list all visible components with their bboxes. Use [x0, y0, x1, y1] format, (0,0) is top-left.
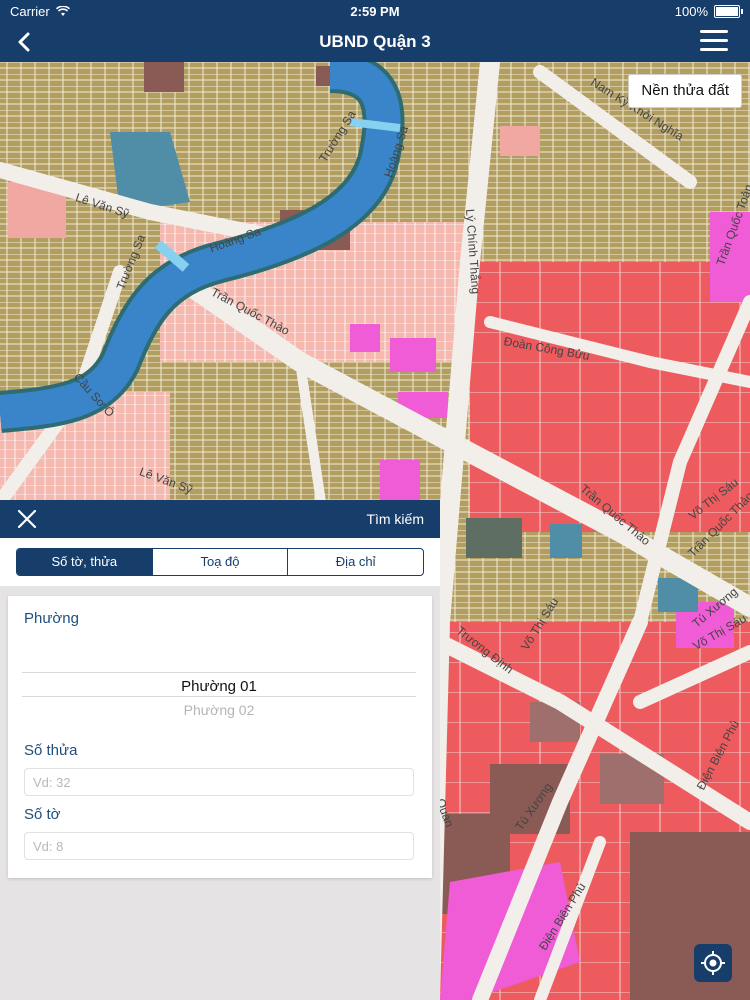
map-parcel-dark — [466, 518, 522, 558]
carrier-label: Carrier — [10, 3, 50, 19]
map-parcel-brown — [144, 62, 184, 92]
hamburger-menu-icon — [700, 30, 728, 33]
map-parcel-magenta — [390, 338, 436, 372]
sheet-number-input[interactable] — [24, 832, 414, 860]
status-left: Carrier — [10, 4, 70, 19]
page-title: UBND Quận 3 — [319, 32, 431, 51]
picker-divider — [22, 696, 416, 697]
map-parcel-magenta — [350, 324, 380, 352]
ward-picker-selected[interactable]: Phường 01 — [22, 678, 416, 695]
search-panel-header: Tìm kiếm — [0, 500, 440, 538]
tab-sheet-parcel[interactable]: Số tờ, thửa — [17, 549, 153, 575]
battery-icon — [714, 4, 743, 18]
layer-toggle-button[interactable]: Nền thửa đất — [628, 74, 742, 108]
map-parcel — [500, 126, 540, 156]
status-right: 100% — [674, 3, 743, 19]
locate-icon — [701, 951, 725, 975]
wifi-icon — [55, 5, 70, 16]
search-form: Phường Phường 01 Phường 02 Số thửa Số tờ — [8, 596, 432, 878]
ward-label: Phường — [24, 610, 79, 627]
search-mode-segmented-control: Số tờ, thửa Toạ độ Địa chỉ — [16, 548, 424, 576]
battery-percent: 100% — [674, 3, 708, 19]
picker-divider — [22, 672, 416, 673]
tab-address[interactable]: Địa chỉ — [288, 549, 423, 575]
status-time: 2:59 PM — [350, 3, 400, 19]
close-icon — [17, 509, 37, 529]
locate-button[interactable] — [694, 944, 732, 982]
status-bar: Carrier 2:59 PM 100% — [0, 0, 750, 22]
battery-level — [716, 6, 738, 16]
search-mode-bar: Số tờ, thửa Toạ độ Địa chỉ — [0, 538, 440, 586]
hamburger-line — [700, 48, 728, 51]
ward-picker-next-option[interactable]: Phường 02 — [22, 702, 416, 718]
nav-bar: UBND Quận 3 — [0, 22, 750, 62]
app-screen: Carrier 2:59 PM 100% UBND Quận 3 Lê Văn … — [0, 0, 750, 1000]
map-parcel-magenta — [380, 460, 420, 500]
search-panel: Tìm kiếm Số tờ, thửa Toạ độ Địa chỉ Phườ… — [0, 500, 440, 1000]
tab-coordinates[interactable]: Toạ độ — [153, 549, 289, 575]
menu-button[interactable] — [700, 30, 728, 52]
map-parcel-brown — [630, 832, 750, 1000]
close-button[interactable] — [16, 508, 38, 530]
parcel-number-label: Số thửa — [24, 742, 78, 759]
parcel-number-input[interactable] — [24, 768, 414, 796]
ward-picker[interactable]: Phường 01 Phường 02 — [22, 668, 416, 718]
hamburger-line — [700, 39, 728, 42]
search-panel-title: Tìm kiếm — [366, 511, 424, 527]
sheet-number-label: Số tờ — [24, 806, 61, 823]
map-parcel-teal — [550, 524, 582, 558]
